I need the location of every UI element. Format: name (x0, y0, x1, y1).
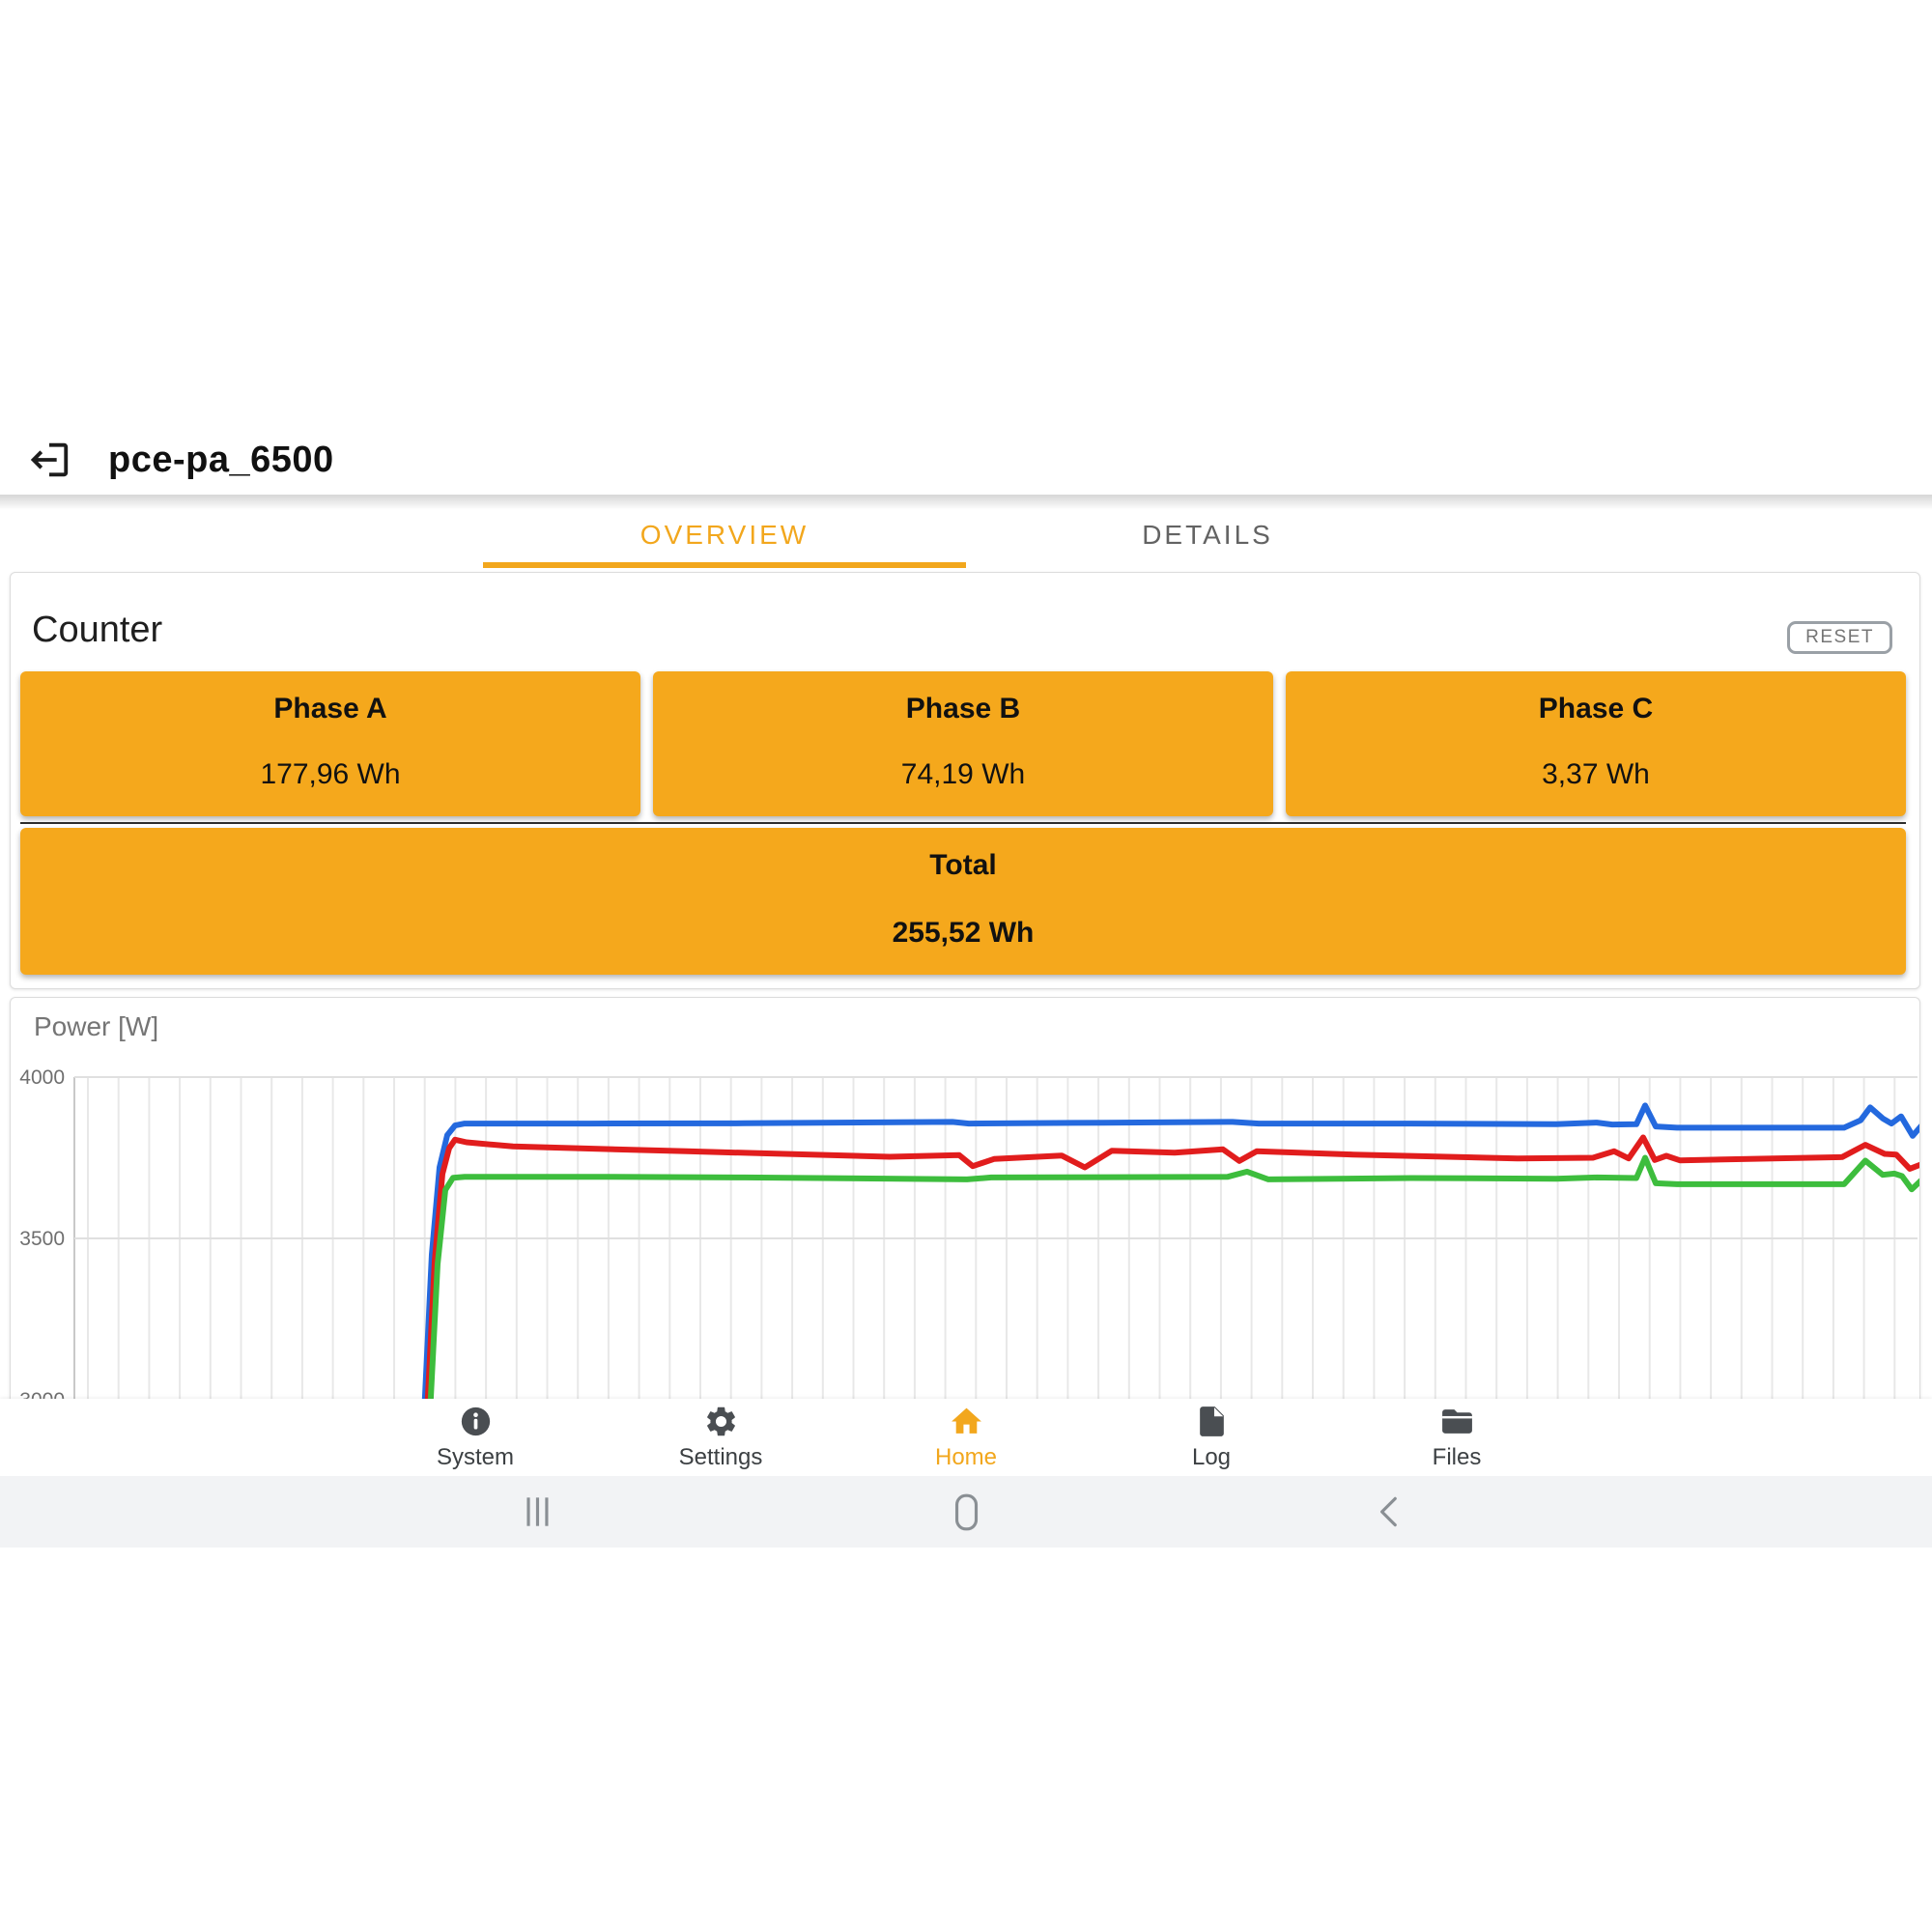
app-bar: pce-pa_6500 (0, 425, 1932, 495)
total-value: 255,52 Wh (893, 917, 1035, 950)
row-divider (20, 822, 1906, 824)
back-chevron-icon[interactable] (1370, 1492, 1410, 1532)
phase-tile-a: Phase A 177,96 Wh (20, 671, 640, 816)
svg-text:3500: 3500 (19, 1228, 65, 1250)
counter-title: Counter (32, 610, 162, 651)
phase-value: 177,96 Wh (260, 758, 400, 791)
phase-tile-c: Phase C 3,37 Wh (1286, 671, 1906, 816)
nav-item-log[interactable]: Log (1089, 1399, 1334, 1476)
phase-value: 3,37 Wh (1542, 758, 1650, 791)
home-pill-icon[interactable] (946, 1492, 986, 1532)
nav-label: Log (1192, 1444, 1231, 1471)
phase-label: Phase B (906, 693, 1020, 725)
document-icon (1194, 1404, 1230, 1439)
reset-button[interactable]: RESET (1787, 621, 1892, 654)
nav-label: System (437, 1444, 514, 1471)
app-screen: pce-pa_6500 OVERVIEWDETAILS Counter RESE… (0, 0, 1932, 1932)
phase-label: Phase C (1539, 693, 1653, 725)
phase-tile-b: Phase B 74,19 Wh (653, 671, 1273, 816)
home-icon (949, 1404, 984, 1439)
counter-card: Counter RESET Phase A 177,96 Wh Phase B 74,… (10, 572, 1920, 989)
phase-tiles-row: Phase A 177,96 Wh Phase B 74,19 Wh Phase C 3,… (20, 671, 1906, 816)
folder-icon (1439, 1404, 1475, 1439)
android-system-bar (0, 1476, 1932, 1548)
info-icon (458, 1404, 494, 1439)
nav-item-settings[interactable]: Settings (598, 1399, 843, 1476)
nav-item-files[interactable]: Files (1334, 1399, 1579, 1476)
back-exit-icon[interactable] (27, 438, 71, 482)
recent-apps-icon[interactable] (518, 1492, 558, 1532)
tab-bar: OVERVIEWDETAILS (483, 508, 1449, 568)
total-tile: Total 255,52 Wh (20, 828, 1906, 975)
total-label: Total (929, 849, 996, 882)
phase-value: 74,19 Wh (901, 758, 1025, 791)
tab-overview[interactable]: OVERVIEW (483, 508, 966, 568)
page-title: pce-pa_6500 (108, 440, 334, 481)
power-chart-card: Power [W] 400035003000 (10, 997, 1920, 1400)
svg-text:4000: 4000 (19, 1066, 65, 1089)
gear-icon (703, 1404, 739, 1439)
nav-item-system[interactable]: System (353, 1399, 598, 1476)
nav-label: Home (935, 1444, 997, 1471)
nav-item-home[interactable]: Home (843, 1399, 1089, 1476)
power-chart: 400035003000 (11, 998, 1919, 1400)
tab-details[interactable]: DETAILS (966, 508, 1449, 568)
series-green-line (430, 1158, 1919, 1401)
bottom-nav-bar: System Settings Home Log Files (0, 1399, 1932, 1476)
phase-label: Phase A (273, 693, 386, 725)
nav-label: Settings (679, 1444, 763, 1471)
nav-label: Files (1433, 1444, 1482, 1471)
